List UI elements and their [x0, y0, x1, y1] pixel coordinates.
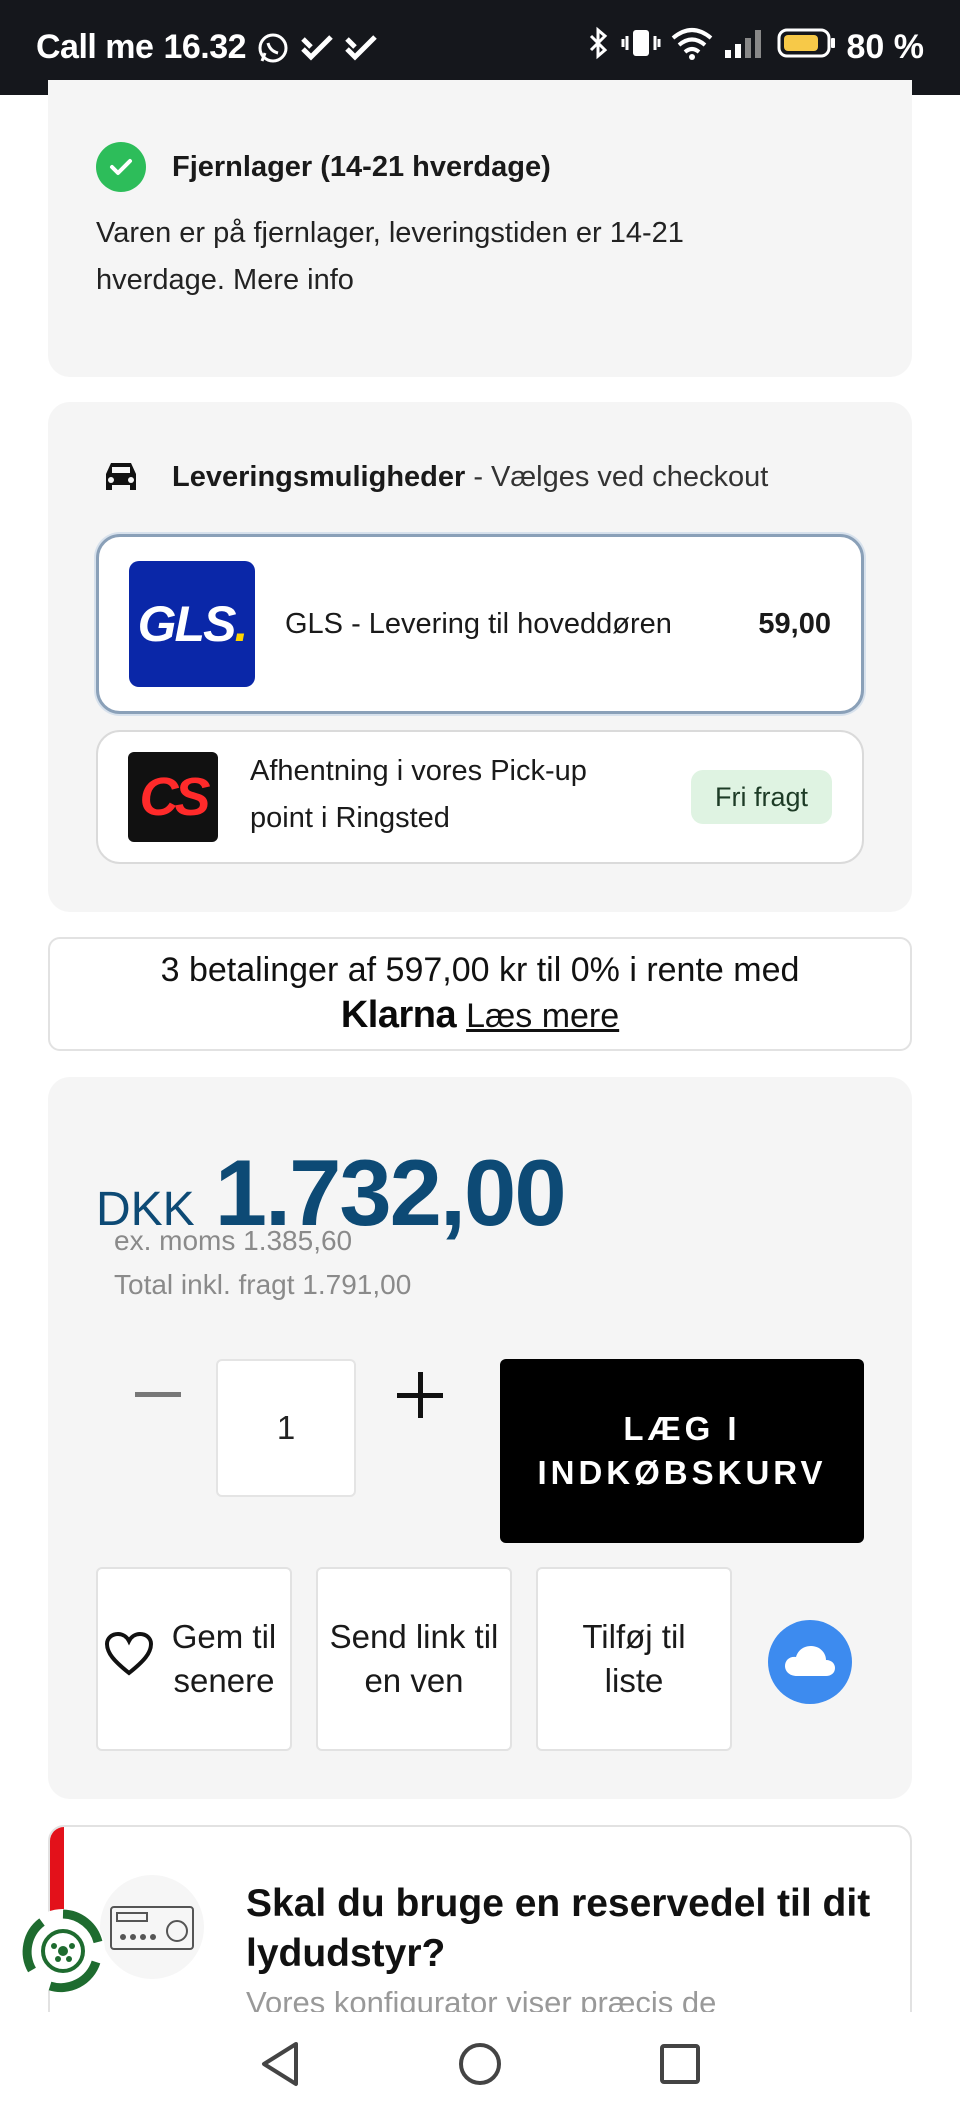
delivery-option-gls[interactable]: GLS. GLS - Levering til hoveddøren 59,00 — [96, 534, 864, 714]
vibrate-icon — [621, 26, 661, 69]
free-shipping-badge: Fri fragt — [690, 770, 832, 824]
promo-title: Skal du bruge en reservedel til dit lydu… — [246, 1882, 871, 1975]
clock: 16.32 — [163, 28, 247, 66]
promo-accent-bar — [50, 1827, 64, 1917]
screen: Call me 16.32 80 % Fjernlager (14-21 hve… — [0, 0, 960, 2118]
wifi-icon — [671, 26, 713, 69]
quantity-increase-button[interactable] — [380, 1355, 460, 1435]
delivery-options-card: Leveringsmuligheder - Vælges ved checkou… — [48, 402, 912, 912]
check-icon — [300, 33, 334, 63]
add-to-cart-button[interactable]: LÆG I INDKØBSKURV — [500, 1359, 864, 1543]
klarna-banner: 3 betalinger af 597,00 kr til 0% i rente… — [48, 937, 912, 1051]
price-ex-vat: ex. moms 1.385,60 — [114, 1225, 353, 1256]
price-card: DKK 1.732,00 ex. moms 1.385,60 Total ink… — [48, 1077, 912, 1799]
whatsapp-icon — [256, 31, 290, 65]
klarna-logo: Klarna — [340, 994, 457, 1036]
klarna-read-more-link[interactable]: Læs mere — [466, 997, 619, 1036]
quantity-input[interactable]: 1 — [216, 1359, 356, 1497]
add-to-list-label: Tilføj til liste — [582, 1618, 686, 1699]
recents-button[interactable] — [650, 2034, 710, 2094]
plus-icon — [397, 1372, 443, 1418]
delivery-heading: Leveringsmuligheder — [172, 460, 466, 493]
amplifier-image — [100, 1875, 204, 1979]
klarna-text: 3 betalinger af 597,00 kr til 0% i rente… — [160, 951, 800, 989]
home-button[interactable] — [450, 2034, 510, 2094]
carrier-label: Call me — [36, 28, 154, 66]
heart-icon — [104, 1631, 154, 1688]
recycle-badge-icon[interactable] — [18, 1906, 108, 1996]
price-total-incl-shipping: Total inkl. fragt 1.791,00 — [114, 1269, 412, 1300]
delivery-option-label: Afhentning i vores Pick-up point i Rings… — [250, 755, 587, 834]
delivery-option-price: 59,00 — [758, 607, 831, 640]
save-for-later-button[interactable]: Gem til senere — [96, 1567, 292, 1751]
battery-percent: 80 % — [846, 28, 925, 66]
stock-status-card: Fjernlager (14-21 hverdage) Varen er på … — [48, 80, 912, 377]
back-button[interactable] — [250, 2034, 310, 2094]
home-icon — [459, 2043, 501, 2085]
cloud-button[interactable] — [768, 1620, 852, 1704]
system-nav-bar — [0, 2012, 960, 2118]
car-icon — [100, 458, 142, 496]
cs-logo: CS — [128, 752, 218, 842]
check-icon — [344, 33, 378, 63]
stock-description[interactable]: Varen er på fjernlager, leveringstiden e… — [96, 210, 796, 304]
recents-icon — [660, 2044, 700, 2084]
cloud-icon — [785, 1646, 835, 1676]
delivery-option-label: GLS - Levering til hoveddøren — [285, 607, 672, 640]
send-to-friend-label: Send link til en ven — [329, 1618, 499, 1699]
send-to-friend-button[interactable]: Send link til en ven — [316, 1567, 512, 1751]
gls-logo: GLS. — [129, 561, 255, 687]
stock-header: Fjernlager (14-21 hverdage) — [96, 142, 551, 192]
stock-title: Fjernlager (14-21 hverdage) — [172, 150, 551, 183]
minus-icon — [135, 1392, 181, 1397]
save-for-later-label: Gem til senere — [171, 1618, 277, 1699]
delivery-subheading: - Vælges ved checkout — [473, 460, 769, 493]
delivery-option-pickup[interactable]: CS Afhentning i vores Pick-up point i Ri… — [96, 730, 864, 864]
quantity-decrease-button[interactable] — [118, 1355, 198, 1435]
bluetooth-icon — [587, 26, 611, 69]
signal-icon — [723, 26, 767, 69]
back-icon — [262, 2042, 298, 2086]
add-to-list-button[interactable]: Tilføj til liste — [536, 1567, 732, 1751]
battery-icon — [777, 26, 837, 69]
check-icon — [96, 142, 146, 192]
delivery-header: Leveringsmuligheder - Vælges ved checkou… — [100, 458, 768, 496]
